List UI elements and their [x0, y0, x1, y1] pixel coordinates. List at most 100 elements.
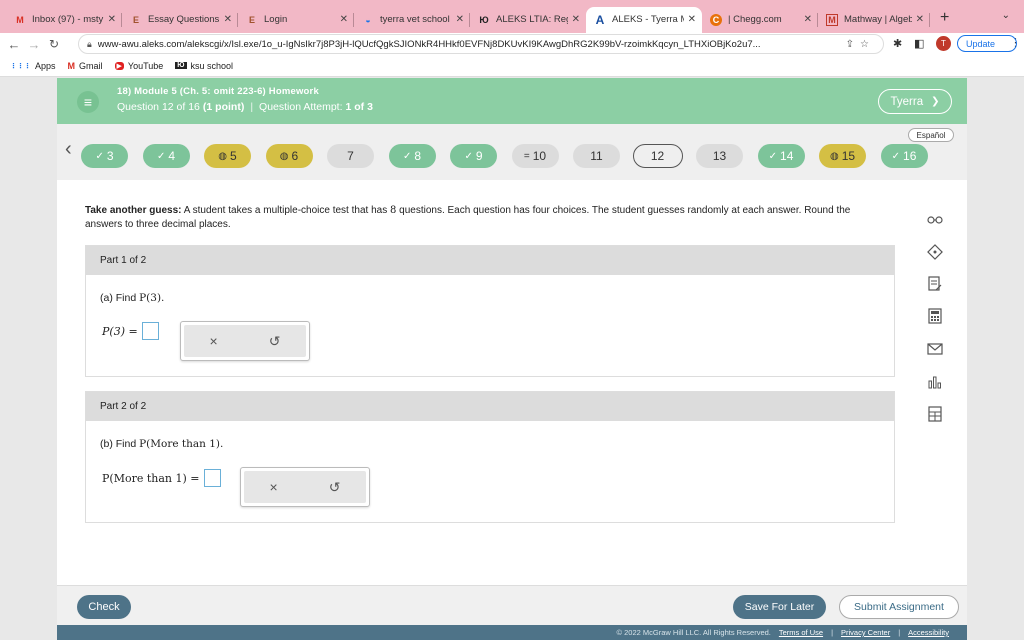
url-text: www-awu.aleks.com/alekscgi/x/Isl.exe/1o_… — [97, 38, 761, 50]
hamburger-menu-icon[interactable]: ≡ — [77, 91, 99, 113]
close-icon[interactable]: ✕ — [572, 14, 580, 25]
question-nav-label: 14 — [780, 149, 794, 163]
accessibility-link[interactable]: Accessibility — [908, 628, 949, 637]
undo-icon[interactable]: ↺ — [329, 479, 341, 496]
question-nav-14[interactable]: ✓ 14 — [757, 144, 805, 168]
compass-icon[interactable] — [925, 242, 945, 262]
question-number: Question 12 of 16 — [117, 101, 200, 113]
clear-x-icon[interactable]: × — [270, 479, 278, 495]
part-2-question: (b) Find P(More than 1). — [100, 438, 224, 450]
question-prompt: Take another guess: A student takes a mu… — [85, 205, 851, 230]
question-nav-4[interactable]: ✓ 4 — [142, 144, 190, 168]
back-arrow-icon[interactable]: ← — [4, 37, 24, 52]
attempt-label: Question Attempt: — [259, 101, 343, 113]
bookmark-youtube[interactable]: ▶ YouTube — [114, 61, 163, 71]
question-nav-11[interactable]: 11 — [573, 144, 620, 168]
data-icon[interactable] — [925, 404, 945, 424]
bookmark-apps[interactable]: ⋮⋮⋮ Apps — [10, 61, 56, 71]
tab-search-chevron-icon[interactable]: ⌄ — [1002, 10, 1010, 21]
close-icon[interactable]: ✕ — [688, 14, 696, 25]
browser-tab-aleks[interactable]: A ALEKS - Tyerra M ✕ — [586, 6, 702, 33]
gmail-icon: M — [67, 60, 76, 71]
extensions-puzzle-icon[interactable]: ✱ — [893, 37, 902, 50]
question-nav-10[interactable]: = 10 — [511, 144, 559, 168]
tab-label: Mathway | Algebr — [844, 14, 912, 25]
profile-avatar[interactable]: T — [936, 36, 951, 51]
question-nav-16[interactable]: ✓ 16 — [880, 144, 928, 168]
part-2-answer-input[interactable] — [203, 469, 221, 487]
partial-credit-icon: ◍ — [279, 150, 289, 162]
close-icon[interactable]: ✕ — [340, 14, 348, 25]
question-nav-13[interactable]: 13 — [696, 144, 743, 168]
address-bar[interactable]: 🔒︎ www-awu.aleks.com/alekscgi/x/Isl.exe/… — [78, 34, 884, 54]
part-1-answer-tools: × ↺ — [180, 321, 310, 361]
espanol-toggle[interactable]: Español — [908, 128, 954, 142]
save-for-later-button[interactable]: Save For Later — [733, 595, 826, 619]
share-icon[interactable]: ⇪ — [846, 39, 860, 50]
part-1-panel: Part 1 of 2 (a) Find P(3). P(3) = × ↺ — [85, 245, 895, 377]
chevron-down-icon: ❯ — [931, 96, 940, 107]
close-icon[interactable]: ✕ — [916, 14, 924, 25]
question-points: (1 point) — [202, 101, 245, 113]
submit-assignment-button[interactable]: Submit Assignment — [839, 595, 959, 619]
chart-icon[interactable] — [925, 372, 945, 392]
privacy-center-link[interactable]: Privacy Center — [841, 628, 890, 637]
chevron-left-icon[interactable]: ‹ — [65, 138, 72, 161]
part-1-answer-input[interactable] — [141, 322, 159, 340]
browser-tab-chegg[interactable]: C | Chegg.com ✕ — [702, 7, 818, 33]
question-nav-label: 12 — [650, 149, 665, 163]
browser-tab-vet-school[interactable]: ◒ tyerra vet school ✕ — [354, 7, 470, 33]
checkmark-icon: ✓ — [891, 150, 901, 162]
sidebar-panel-icon[interactable]: ◧ — [914, 37, 924, 50]
browser-tab-aleks-lti[interactable]: Ю ALEKS LTIA: Reg ✕ — [470, 7, 586, 33]
browser-tab-mathway[interactable]: M Mathway | Algebr ✕ — [818, 7, 930, 33]
undo-icon[interactable]: ↺ — [269, 333, 281, 350]
question-nav-label: 11 — [590, 149, 603, 163]
aleks-page: ≡ 18) Module 5 (Ch. 5: omit 223-6) Homew… — [57, 78, 967, 640]
close-icon[interactable]: ✕ — [224, 14, 232, 25]
forward-arrow-icon[interactable]: → — [24, 37, 44, 52]
terms-of-use-link[interactable]: Terms of Use — [779, 628, 823, 637]
question-nav-6[interactable]: ◍ 6 — [265, 144, 313, 168]
bookmark-ksu-school[interactable]: Ю ksu school — [175, 61, 233, 71]
close-icon[interactable]: ✕ — [456, 14, 464, 25]
checkmark-icon: ✓ — [464, 150, 473, 162]
bookmark-star-icon[interactable]: ☆ — [860, 39, 875, 50]
glasses-icon[interactable] — [925, 210, 945, 230]
checkmark-icon: ✓ — [156, 150, 166, 162]
browser-tab-gmail[interactable]: M Inbox (97) - msty ✕ — [6, 7, 122, 33]
reload-icon[interactable]: ↻ — [44, 37, 64, 51]
close-icon[interactable]: ✕ — [804, 14, 812, 25]
part-2-answer-tools: × ↺ — [240, 467, 370, 507]
close-icon[interactable]: ✕ — [108, 14, 116, 25]
browser-tab-login[interactable]: E Login ✕ — [238, 7, 354, 33]
question-nav-9[interactable]: ✓ 9 — [450, 144, 497, 168]
clear-x-icon[interactable]: × — [210, 333, 218, 349]
question-nav-8[interactable]: ✓ 8 — [388, 144, 436, 168]
browser-tab-essay[interactable]: E Essay Questions ✕ — [122, 7, 238, 33]
check-button[interactable]: Check — [77, 595, 131, 619]
new-tab-plus-icon[interactable]: + — [940, 9, 949, 27]
globe-icon: ◒ — [365, 14, 371, 25]
question-nav-12[interactable]: 12 — [632, 144, 683, 168]
bookmark-gmail[interactable]: M Gmail — [68, 61, 103, 71]
question-nav-5[interactable]: ◍ 5 — [204, 144, 251, 168]
aleks-logo-icon: A — [595, 12, 605, 27]
mail-icon[interactable] — [925, 339, 945, 359]
tab-label: ALEKS LTIA: Reg — [496, 14, 568, 25]
bookmark-label: ksu school — [190, 60, 234, 71]
question-nav-label: 3 — [106, 149, 114, 163]
calculator-icon[interactable] — [925, 306, 945, 326]
question-nav-3[interactable]: ✓ 3 — [81, 144, 128, 168]
notes-icon[interactable] — [925, 274, 945, 294]
part-2-heading: Part 2 of 2 — [86, 392, 894, 421]
question-nav-15[interactable]: ◍ 15 — [819, 144, 866, 168]
lock-icon: 🔒︎ — [87, 38, 92, 49]
question-nav-7[interactable]: 7 — [327, 144, 374, 168]
ksu-logo-icon: Ю — [175, 62, 187, 69]
update-button[interactable]: Update — [957, 35, 1017, 52]
part-2-panel: Part 2 of 2 (b) Find P(More than 1). P(M… — [85, 391, 895, 523]
user-menu-button[interactable]: Tyerra ❯ — [878, 89, 952, 114]
question-navigator: ‹ Español ✓ 3 ✓ 4 ◍ 5 ◍ 6 7 ✓ 8 ✓ 9 = 10 11 12 13 ✓ 14 ◍ 15 ✓ 1… — [57, 124, 967, 180]
in-progress-icon: = — [523, 150, 530, 162]
